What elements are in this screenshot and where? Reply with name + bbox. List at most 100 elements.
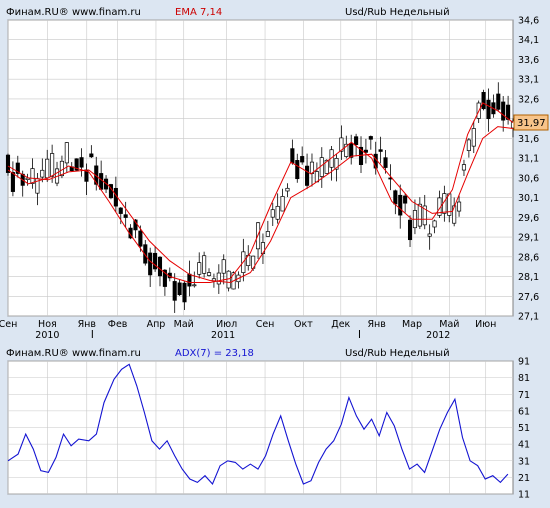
adx-y-tick-label: 31: [518, 456, 530, 467]
candle-body: [378, 149, 383, 152]
candle-body: [30, 168, 35, 184]
candle-body: [216, 272, 221, 285]
price-indicator-label: EMA 7,14: [175, 7, 222, 18]
candle-body: [5, 154, 11, 173]
last-price-value: 31,97: [517, 118, 546, 129]
price-x-tick-label: Янв: [367, 319, 386, 330]
price-y-tick-label: 27,1: [518, 312, 539, 323]
price-x-tick-label: Ноя: [38, 319, 57, 330]
price-year-label: 2010: [35, 330, 59, 341]
price-y-tick-label: 34,1: [518, 35, 539, 46]
candle-body: [466, 139, 471, 151]
adx-panel: Финам.RU® www.finam.ru ADX(7) = 23,18 Us…: [6, 348, 530, 501]
candle-body: [221, 259, 226, 274]
price-x-tick-label: Сен: [0, 319, 17, 330]
candle-body: [45, 158, 50, 179]
candle-body: [383, 157, 388, 168]
candle-body: [10, 172, 15, 192]
candle-body: [148, 252, 153, 276]
price-x-tick-label: Май: [174, 319, 194, 330]
candle-body: [197, 262, 202, 275]
price-plot-area: [7, 19, 514, 317]
candle-body: [202, 255, 207, 274]
candle-body: [40, 169, 45, 178]
candle-body: [295, 160, 300, 180]
candle-body: [187, 273, 192, 287]
candle-body: [305, 165, 310, 186]
price-y-tick-label: 33,1: [518, 75, 539, 86]
candle-body: [496, 93, 501, 110]
price-y-tick-label: 30,6: [518, 173, 539, 184]
adx-instrument-label: Usd/Rub Недельный: [345, 348, 450, 359]
adx-y-tick-label: 91: [518, 357, 530, 368]
price-x-tick-label: Сен: [256, 319, 275, 330]
price-y-tick-label: 32,6: [518, 94, 539, 105]
candle-body: [407, 219, 413, 241]
candle-body: [138, 230, 143, 247]
chart-canvas: Финам.RU® www.finam.ru EMA 7,14 Usd/Rub …: [0, 0, 550, 504]
candle-body: [177, 282, 182, 296]
price-x-tick-label: Апр: [147, 319, 166, 330]
candle-body: [280, 196, 285, 212]
adx-y-tick-label: 71: [518, 390, 530, 401]
price-x-tick-label: Дек: [331, 319, 350, 330]
adx-y-tick-label: 21: [518, 473, 530, 484]
candle-body: [486, 99, 491, 120]
candle-body: [393, 190, 398, 205]
candle-body: [270, 209, 275, 218]
adx-source-label: Финам.RU® www.finam.ru: [6, 348, 141, 359]
candle-body: [123, 214, 128, 218]
candle-body: [157, 256, 163, 277]
candle-body: [403, 195, 408, 204]
price-year-label: 2012: [426, 330, 450, 341]
price-x-tick-label: Янв: [78, 319, 97, 330]
candle-body: [99, 173, 104, 190]
last-price-marker: 31,97: [513, 114, 549, 131]
candle-body: [50, 153, 55, 177]
price-y-tick-label: 27,6: [518, 292, 539, 303]
candle-body: [79, 157, 84, 168]
adx-y-tick-label: 41: [518, 440, 530, 451]
candle-body: [457, 201, 462, 212]
price-y-tick-label: 34,6: [518, 16, 539, 27]
candle-body: [275, 205, 280, 220]
candle-body: [427, 233, 432, 237]
candle-body: [461, 164, 467, 171]
candle-body: [452, 205, 457, 224]
adx-y-tick-label: 11: [518, 490, 530, 501]
candle-body: [118, 207, 123, 214]
price-year-label: 2011: [211, 330, 235, 341]
candle-body: [290, 148, 295, 164]
candle-body: [182, 282, 187, 303]
candle-body: [89, 153, 94, 158]
price-x-tick-label: Май: [439, 319, 459, 330]
candle-body: [319, 157, 324, 177]
candle-body: [481, 92, 486, 110]
candle-body: [192, 284, 197, 287]
chart-window: Финам.RU® www.finam.ru EMA 7,14 Usd/Rub …: [0, 0, 550, 504]
adx-y-tick-label: 61: [518, 406, 530, 417]
adx-y-tick-label: 81: [518, 373, 530, 384]
candle-body: [64, 142, 69, 164]
price-x-tick-label: Фев: [108, 319, 128, 330]
candle-body: [368, 136, 373, 140]
candle-body: [354, 136, 359, 145]
candle-body: [300, 156, 305, 163]
price-x-tick-label: Мар: [402, 319, 422, 330]
price-x-tick-label: Июл: [216, 319, 237, 330]
price-source-label: Финам.RU® www.finam.ru: [6, 7, 141, 18]
candle-body: [432, 220, 437, 228]
adx-y-axis: 11 21 31 41 51 61 71 81 91: [518, 357, 530, 501]
candle-body: [172, 281, 177, 301]
price-y-tick-label: 29,6: [518, 213, 539, 224]
candle-body: [417, 203, 422, 227]
candle-body: [285, 187, 290, 192]
candle-body: [206, 272, 212, 276]
price-instrument-label: Usd/Rub Недельный: [345, 7, 450, 18]
candle-body: [363, 149, 368, 153]
price-y-tick-label: 30,1: [518, 193, 539, 204]
candle-body: [265, 231, 270, 237]
adx-indicator-label: ADX(7) = 23,18: [175, 348, 254, 359]
price-x-tick-label: Окт: [294, 319, 313, 330]
price-y-tick-label: 29,1: [518, 233, 539, 244]
